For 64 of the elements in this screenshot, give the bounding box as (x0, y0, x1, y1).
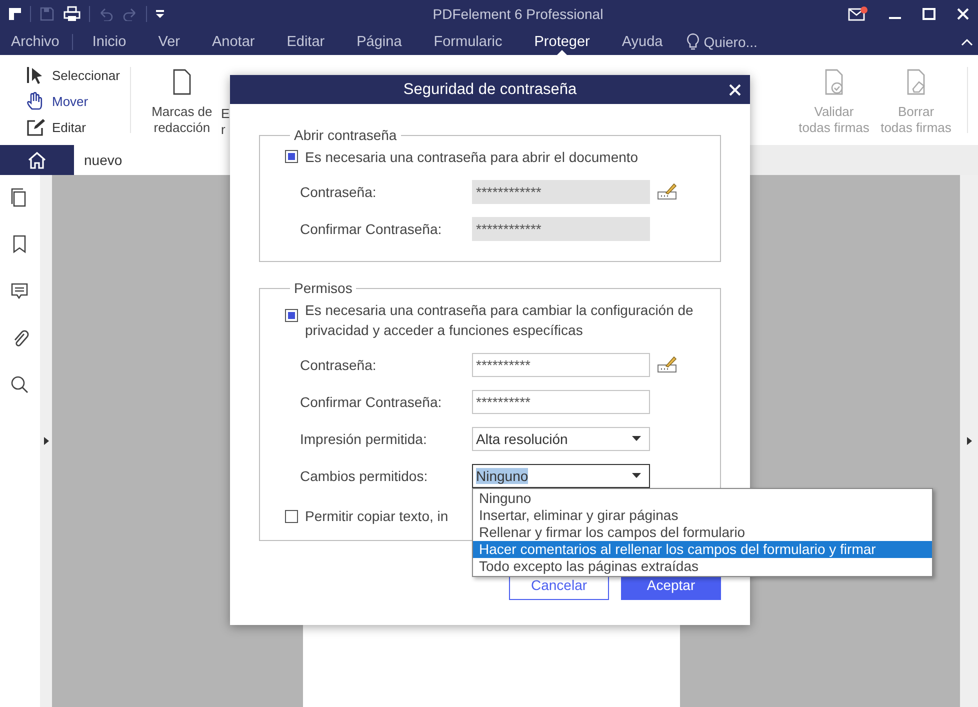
lightbulb-icon[interactable] (686, 32, 700, 50)
field-label: Confirmar Contraseña: (299, 394, 443, 410)
checkbox[interactable] (285, 309, 298, 322)
field-label: Confirmar Contraseña: (299, 220, 443, 236)
ribbon-mode-button[interactable]: Mover (26, 90, 120, 112)
menu-tab[interactable]: Editar (282, 28, 330, 55)
checkbox[interactable] (285, 510, 298, 523)
menu-tab[interactable]: Ver (153, 28, 185, 55)
dropdown-option[interactable]: Hacer comentarios al rellenar los campos del formulario y firmar (473, 541, 932, 558)
document-eraser-icon (905, 69, 927, 96)
home-tab[interactable] (0, 145, 74, 175)
dropdown-field[interactable]: Alta resolución (472, 426, 650, 450)
ribbon-tool-button[interactable]: Marcas de redacción (140, 55, 223, 145)
comment-icon[interactable] (10, 281, 30, 301)
dropdown-option[interactable]: Insertar, eliminar y girar páginas (473, 507, 932, 524)
menu-tab[interactable]: Archivo (6, 28, 64, 55)
field-label: Impresión permitida: (299, 430, 428, 446)
close-icon[interactable] (728, 83, 742, 97)
caret-icon (632, 436, 641, 441)
document-icon (170, 69, 193, 96)
menu-tab[interactable]: Anotar (206, 28, 260, 55)
password-field[interactable]: ********** (472, 390, 650, 414)
field-label: Cambios permitidos: (299, 468, 429, 484)
dialog-title: Seguridad de contraseña (403, 80, 577, 98)
ribbon-tool-button[interactable]: E r (220, 55, 229, 145)
expand-arrow-icon[interactable] (44, 437, 48, 445)
group-title: Abrir contraseña (293, 127, 398, 143)
checkbox-label: Es necesaria una contraseña para cambiar la configuración de privacidad y acceder a funciones específicas (305, 301, 694, 340)
field-label: Contraseña: (299, 184, 378, 200)
window-title: PDFelement 6 Professional (432, 6, 604, 22)
maximize-icon[interactable] (922, 7, 936, 21)
group-title: Permisos (293, 280, 354, 296)
home-icon (27, 151, 47, 169)
menu-tab[interactable]: Inicio (87, 28, 132, 55)
checkbox-label: Es necesaria una contraseña para abrir el documento (305, 148, 640, 167)
dropdown-option[interactable]: Rellenar y firmar los campos del formulario (473, 524, 932, 541)
dropdown-icon[interactable] (155, 9, 165, 19)
ribbon-mode-button[interactable]: Seleccionar (26, 64, 120, 86)
search-icon[interactable] (10, 375, 30, 395)
password-field[interactable]: ********** (472, 352, 650, 376)
menu-tab[interactable]: Ayuda (616, 28, 668, 55)
pencil-key-icon[interactable] (657, 356, 677, 373)
collapse-icon[interactable] (960, 36, 974, 46)
dropdown-field[interactable]: Ninguno (472, 464, 650, 488)
expand-arrow-icon[interactable] (966, 437, 972, 445)
search-hint[interactable]: Quiero... (704, 34, 758, 50)
save-icon (39, 6, 55, 22)
menu-tab[interactable]: Formularic (428, 28, 508, 55)
menu-tab[interactable]: Proteger (529, 28, 595, 55)
dropdown-option[interactable]: Ninguno (473, 490, 932, 507)
print-icon[interactable] (63, 6, 81, 22)
mail-icon[interactable] (848, 6, 868, 22)
menu-tab[interactable]: Página (352, 28, 407, 55)
checkbox-label: Permitir copiar texto, in (305, 507, 448, 526)
edit-icon (26, 118, 46, 136)
undo-icon (98, 7, 114, 21)
caret-icon (632, 473, 641, 478)
checkbox[interactable] (285, 150, 298, 163)
close-icon[interactable] (956, 7, 970, 21)
redo-icon (122, 7, 138, 21)
field-label: Contraseña: (299, 356, 378, 372)
document-check-icon (823, 69, 845, 96)
ribbon-mode-button[interactable]: Editar (26, 116, 120, 138)
app-logo-icon[interactable] (8, 7, 22, 21)
